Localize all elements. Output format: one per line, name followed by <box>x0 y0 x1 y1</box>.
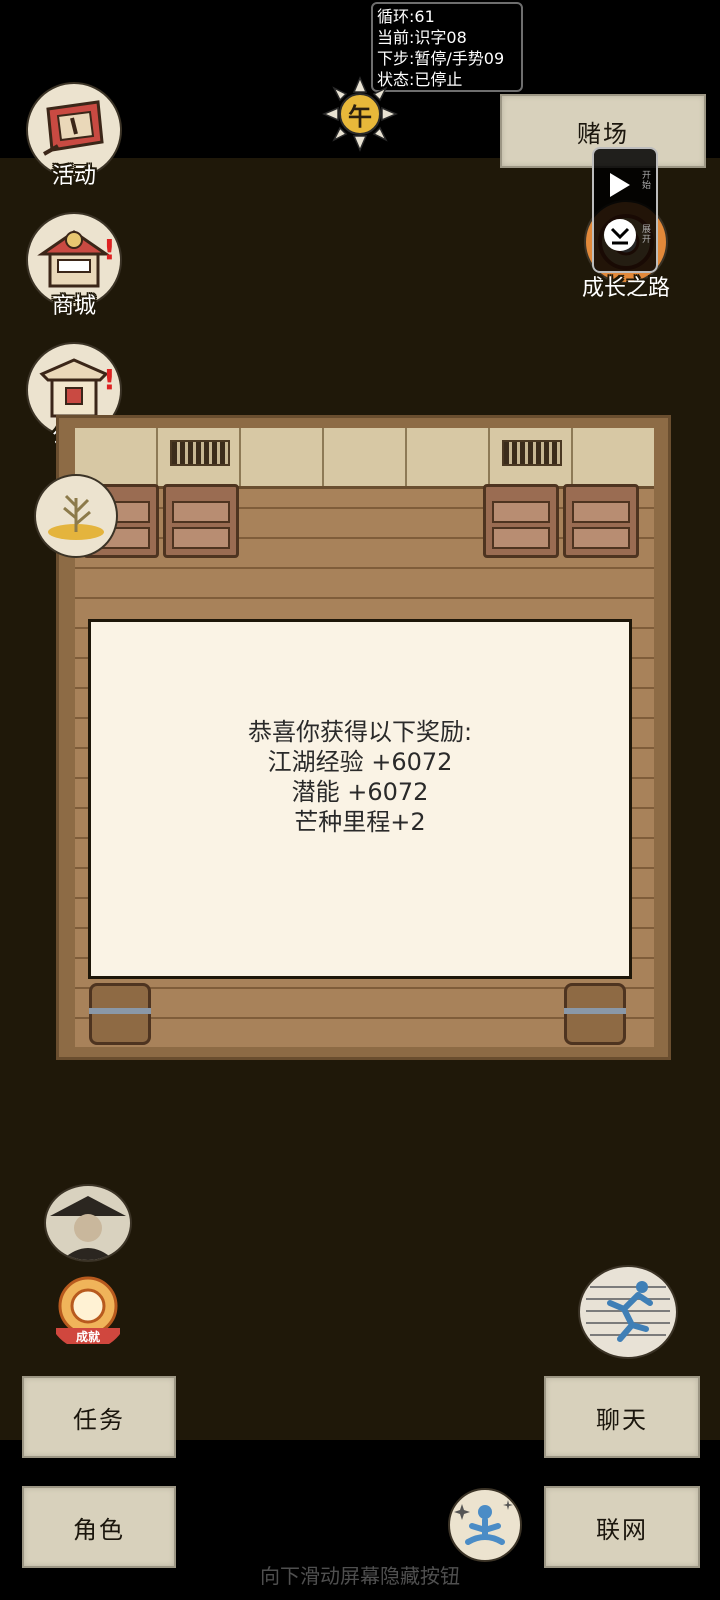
debug-current: 当前:识字08 <box>377 28 467 47</box>
start-label: 开始 <box>642 171 652 191</box>
notice-alert-icon: ! <box>103 363 116 396</box>
recorder-widget[interactable]: 开始 展开 <box>592 147 658 273</box>
drawer-cabinet <box>163 484 239 558</box>
barrel <box>564 983 626 1045</box>
expand-label: 展开 <box>642 225 652 245</box>
reward-title: 恭喜你获得以下奖励: <box>247 718 473 746</box>
debug-loop: 循环:61 <box>377 7 435 26</box>
chat-button[interactable]: 聊天 <box>544 1376 700 1458</box>
character-avatar[interactable] <box>44 1184 132 1262</box>
events-label: 活动 <box>51 164 96 189</box>
time-of-day-indicator[interactable]: 午 <box>322 76 398 152</box>
shop-label: 商城 <box>51 294 96 319</box>
debug-status: 状态:已停止 <box>377 70 463 89</box>
reward-line: 潜能 +6072 <box>291 778 429 806</box>
network-button[interactable]: 联网 <box>544 1486 700 1568</box>
debug-next: 下步:暂停/手势09 <box>377 49 505 68</box>
meditate-button[interactable] <box>448 1488 522 1562</box>
achievement-button[interactable]: 成就 <box>48 1270 128 1350</box>
vent-right <box>502 440 562 466</box>
drawer-cabinet <box>483 484 559 558</box>
swipe-hint: 向下滑动屏幕隐藏按钮 <box>260 1564 460 1588</box>
reward-line: 芒种里程+2 <box>294 808 426 836</box>
character-portrait-icon <box>50 1196 126 1260</box>
achievement-label: 成就 <box>75 1330 100 1344</box>
barrel <box>89 983 151 1045</box>
vent-left <box>170 440 230 466</box>
meditation-icon <box>454 1500 513 1545</box>
recorder-controls <box>604 173 636 251</box>
time-label: 午 <box>348 102 372 131</box>
play-icon <box>610 173 630 197</box>
drawer-cabinet <box>563 484 639 558</box>
running-man-icon <box>586 1281 670 1342</box>
wheat-icon <box>48 494 104 540</box>
task-button[interactable]: 任务 <box>22 1376 176 1458</box>
game-screen: 循环:61 当前:识字08 下步:暂停/手势09 状态:已停止 午 赌场 活动 … <box>0 0 720 1600</box>
reward-dialog[interactable]: 恭喜你获得以下奖励: 江湖经验 +6072 潜能 +6072 芒种里程+2 <box>88 619 632 979</box>
reward-line: 江湖经验 +6072 <box>267 748 453 776</box>
run-button[interactable] <box>578 1265 678 1359</box>
role-button[interactable]: 角色 <box>22 1486 176 1568</box>
harvest-button[interactable] <box>34 474 118 558</box>
shop-alert-icon: ! <box>103 233 116 266</box>
room-wall <box>75 428 654 489</box>
reward-text: 恭喜你获得以下奖励: 江湖经验 +6072 潜能 +6072 芒种里程+2 <box>91 717 629 837</box>
